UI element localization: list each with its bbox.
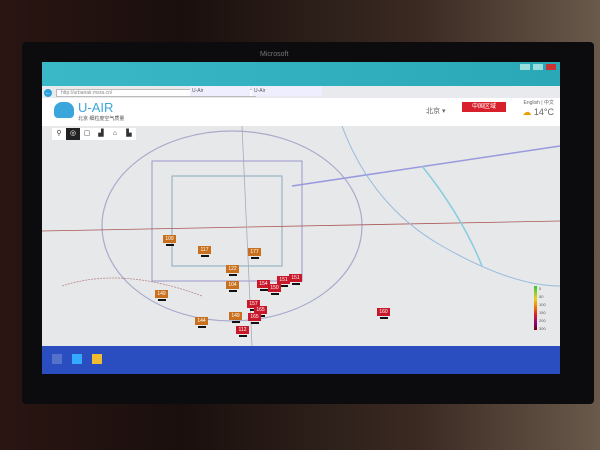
- aqi-marker[interactable]: 177: [248, 248, 261, 259]
- legend-tick: 0: [539, 286, 542, 291]
- aqi-marker[interactable]: 149: [229, 312, 242, 323]
- aqi-marker[interactable]: 165: [248, 313, 261, 324]
- close-button[interactable]: [546, 64, 556, 70]
- target-icon[interactable]: ◎: [66, 128, 80, 140]
- app-logo: U-AIR: [78, 100, 114, 115]
- legend-tick: 200: [539, 318, 546, 323]
- taskbar-ie-icon[interactable]: [72, 354, 82, 364]
- legend-tick: 100: [539, 302, 546, 307]
- square-icon[interactable]: ▢: [80, 128, 94, 140]
- aqi-marker[interactable]: 150: [268, 284, 281, 295]
- cloud-logo-icon: [54, 102, 74, 118]
- aqi-marker[interactable]: 104: [226, 281, 239, 292]
- monitor-brand: Microsoft: [260, 51, 289, 58]
- aqi-marker[interactable]: 151: [289, 274, 302, 285]
- chart-icon[interactable]: ▟: [94, 128, 108, 140]
- minimize-button[interactable]: [520, 64, 530, 70]
- map-toolbar: ⚲ ◎ ▢ ▟ ⌂ ▙: [52, 128, 136, 140]
- aqi-marker[interactable]: 122: [226, 265, 239, 276]
- taskbar: [42, 346, 560, 374]
- tab-2[interactable]: U-Air: [252, 86, 322, 96]
- aqi-marker[interactable]: 144: [195, 317, 208, 328]
- language-switch[interactable]: English | 中文: [524, 99, 554, 106]
- partly-cloudy-icon: ☁: [522, 107, 532, 117]
- legend-tick: 300: [539, 326, 546, 331]
- traffic-light-icon[interactable]: ⚲: [52, 128, 66, 140]
- aqi-marker[interactable]: 117: [198, 246, 211, 257]
- aqi-marker[interactable]: 112: [236, 326, 249, 337]
- region-button[interactable]: 中国区域: [462, 102, 506, 112]
- back-button[interactable]: ←: [44, 89, 52, 97]
- window-titlebar: [42, 62, 560, 86]
- taskbar-folder-icon[interactable]: [92, 354, 102, 364]
- factory-icon[interactable]: ▙: [122, 128, 136, 140]
- screen: ← http://urbanair.msra.cn/ U-Air U-Air U…: [42, 62, 560, 374]
- legend-tick: 50: [539, 294, 544, 299]
- maximize-button[interactable]: [533, 64, 543, 70]
- tab-1[interactable]: U-Air: [190, 86, 250, 96]
- chevron-down-icon: ▾: [441, 108, 446, 115]
- start-button[interactable]: [52, 354, 62, 364]
- aqi-marker[interactable]: 149: [155, 290, 168, 301]
- weather: ☁ 14°C: [522, 107, 554, 118]
- aqi-color-scale: [534, 286, 537, 330]
- air-quality-map[interactable]: ⚲ ◎ ▢ ▟ ⌂ ▙ 0 50 100 150 200 300 109 117 177 122…: [42, 126, 560, 374]
- app-header: U-AIR 北京 细粒度空气质量 北京 ▾ 中国区域 English | 中文 …: [42, 98, 560, 126]
- aqi-marker[interactable]: 160: [377, 308, 390, 319]
- house-icon[interactable]: ⌂: [108, 128, 122, 140]
- legend-tick: 150: [539, 310, 546, 315]
- city-select[interactable]: 北京 ▾: [426, 106, 445, 116]
- city-label: 北京: [426, 108, 440, 115]
- temperature: 14°C: [533, 107, 554, 117]
- app-subtitle: 北京 细粒度空气质量: [78, 116, 125, 122]
- aqi-marker[interactable]: 109: [163, 235, 176, 246]
- map-roads: [42, 126, 560, 346]
